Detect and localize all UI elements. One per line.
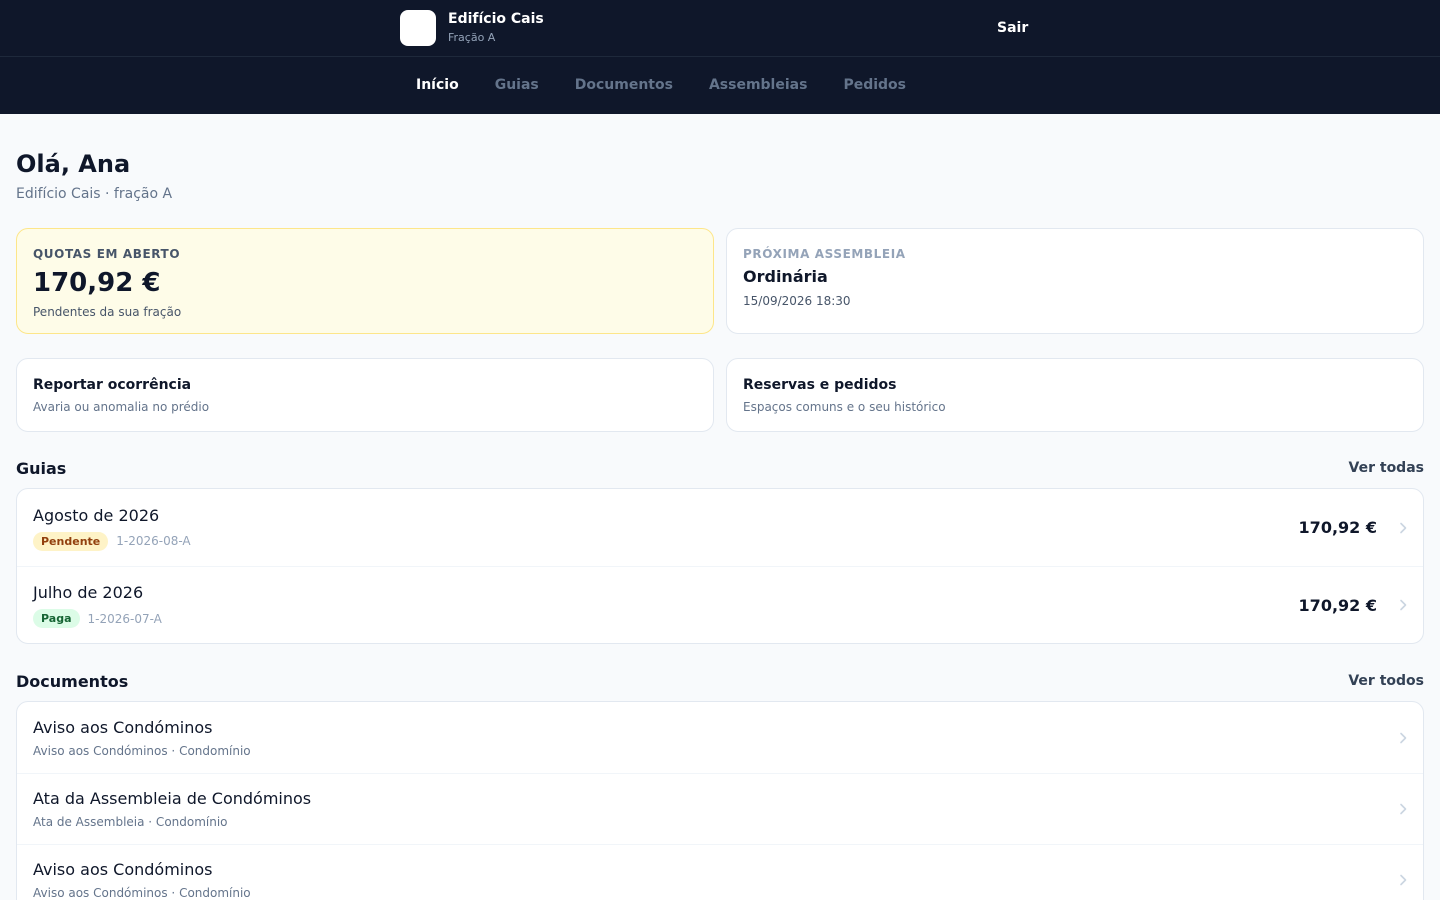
summary-cards: QUOTAS EM ABERTO 170,92 € Pendentes da s… <box>16 228 1424 334</box>
tab-assembleias[interactable]: Assembleias <box>691 57 825 114</box>
main-content: Olá, Ana Edifício Cais · fração A QUOTAS… <box>0 149 1440 900</box>
document-info: Aviso aos Condóminos Aviso aos Condómino… <box>33 717 251 759</box>
guide-amount: 170,92 € <box>1298 518 1377 537</box>
guide-meta: Pendente 1-2026-08-A <box>33 531 191 551</box>
quick-actions: Reportar ocorrência Avaria ou anomalia n… <box>16 358 1424 432</box>
open-quotas-card[interactable]: QUOTAS EM ABERTO 170,92 € Pendentes da s… <box>16 228 714 334</box>
documents-section-title: Documentos <box>16 671 129 691</box>
nav-tabs: Início Guias Documentos Assembleias Pedi… <box>398 57 924 114</box>
next-assembly-card[interactable]: PRÓXIMA ASSEMBLEIA Ordinária 15/09/2026 … <box>726 228 1424 334</box>
building-logo <box>400 10 436 46</box>
page-title: Olá, Ana <box>16 150 131 178</box>
guide-row[interactable]: Agosto de 2026 Pendente 1-2026-08-A 170,… <box>17 489 1423 566</box>
view-all-documents-link[interactable]: Ver todos <box>1348 673 1424 689</box>
document-title: Aviso aos Condóminos <box>33 860 213 879</box>
chevron-right-icon <box>1377 874 1407 886</box>
report-issue-button[interactable]: Reportar ocorrência Avaria ou anomalia n… <box>16 358 714 432</box>
document-meta: Ata de Assembleia · Condomínio <box>33 815 228 829</box>
document-row[interactable]: Ata da Assembleia de Condóminos Ata de A… <box>17 773 1423 844</box>
guide-reference: 1-2026-07-A <box>87 611 162 626</box>
logout-button[interactable]: Sair <box>980 15 1045 41</box>
guide-right: 170,92 € <box>1299 518 1407 537</box>
guide-row[interactable]: Julho de 2026 Paga 1-2026-07-A 170,92 € <box>17 566 1423 643</box>
tab-inicio[interactable]: Início <box>398 57 477 114</box>
guide-title: Julho de 2026 <box>33 583 144 602</box>
status-badge: Paga <box>33 609 80 628</box>
tab-guias[interactable]: Guias <box>477 57 557 114</box>
document-info: Aviso aos Condóminos Aviso aos Condómino… <box>33 859 251 900</box>
document-title: Aviso aos Condóminos <box>33 717 213 737</box>
status-badge: Pendente <box>33 531 109 551</box>
chevron-right-icon <box>1377 732 1407 744</box>
report-issue-subtitle: Avaria ou anomalia no prédio <box>33 400 210 414</box>
document-row[interactable]: Aviso aos Condóminos Aviso aos Condómino… <box>17 844 1423 900</box>
chevron-right-icon <box>1377 599 1407 611</box>
chevron-right-icon <box>1377 803 1407 815</box>
guide-meta: Paga 1-2026-07-A <box>33 609 162 628</box>
document-meta: Aviso aos Condóminos · Condomínio <box>33 743 251 758</box>
tab-pedidos[interactable]: Pedidos <box>825 57 924 114</box>
chevron-right-icon <box>1377 522 1407 534</box>
guides-section-title: Guias <box>16 458 67 478</box>
guide-info: Julho de 2026 Paga 1-2026-07-A <box>33 582 162 628</box>
bookings-requests-title: Reservas e pedidos <box>743 377 897 393</box>
open-quotas-amount: 170,92 € <box>33 268 161 298</box>
bookings-requests-subtitle: Espaços comuns e o seu histórico <box>743 400 946 414</box>
documents-list: Aviso aos Condóminos Aviso aos Condómino… <box>16 701 1424 900</box>
top-bar: Edifício Cais Fração A Sair <box>0 0 1440 57</box>
guide-reference: 1-2026-08-A <box>116 534 191 548</box>
tab-documentos[interactable]: Documentos <box>557 57 691 114</box>
documents-section-header: Documentos Ver todos <box>16 670 1424 692</box>
document-meta: Aviso aos Condóminos · Condomínio <box>33 886 251 900</box>
guides-list: Agosto de 2026 Pendente 1-2026-08-A 170,… <box>16 488 1424 644</box>
brand-name: Edifício Cais <box>448 11 544 27</box>
page-subtitle: Edifício Cais · fração A <box>16 186 173 202</box>
document-row[interactable]: Aviso aos Condóminos Aviso aos Condómino… <box>17 702 1423 773</box>
guides-section-header: Guias Ver todas <box>16 457 1424 479</box>
document-info: Ata da Assembleia de Condóminos Ata de A… <box>33 788 311 830</box>
document-title: Ata da Assembleia de Condóminos <box>33 789 312 808</box>
open-quotas-label: QUOTAS EM ABERTO <box>33 247 181 261</box>
brand-text: Edifício Cais Fração A <box>448 10 544 46</box>
guide-title: Agosto de 2026 <box>33 505 160 525</box>
next-assembly-type: Ordinária <box>743 267 828 286</box>
guide-amount: 170,92 € <box>1298 595 1377 615</box>
guide-info: Agosto de 2026 Pendente 1-2026-08-A <box>33 505 191 551</box>
bookings-requests-button[interactable]: Reservas e pedidos Espaços comuns e o se… <box>726 358 1424 432</box>
brand-unit: Fração A <box>448 31 496 44</box>
open-quotas-note: Pendentes da sua fração <box>33 305 182 319</box>
report-issue-title: Reportar ocorrência <box>33 377 192 393</box>
next-assembly-label: PRÓXIMA ASSEMBLEIA <box>743 247 906 261</box>
main-nav: Início Guias Documentos Assembleias Pedi… <box>0 57 1440 114</box>
brand[interactable]: Edifício Cais Fração A <box>400 10 544 46</box>
view-all-guides-link[interactable]: Ver todas <box>1349 460 1424 476</box>
next-assembly-datetime: 15/09/2026 18:30 <box>743 294 851 308</box>
guide-right: 170,92 € <box>1299 596 1407 615</box>
